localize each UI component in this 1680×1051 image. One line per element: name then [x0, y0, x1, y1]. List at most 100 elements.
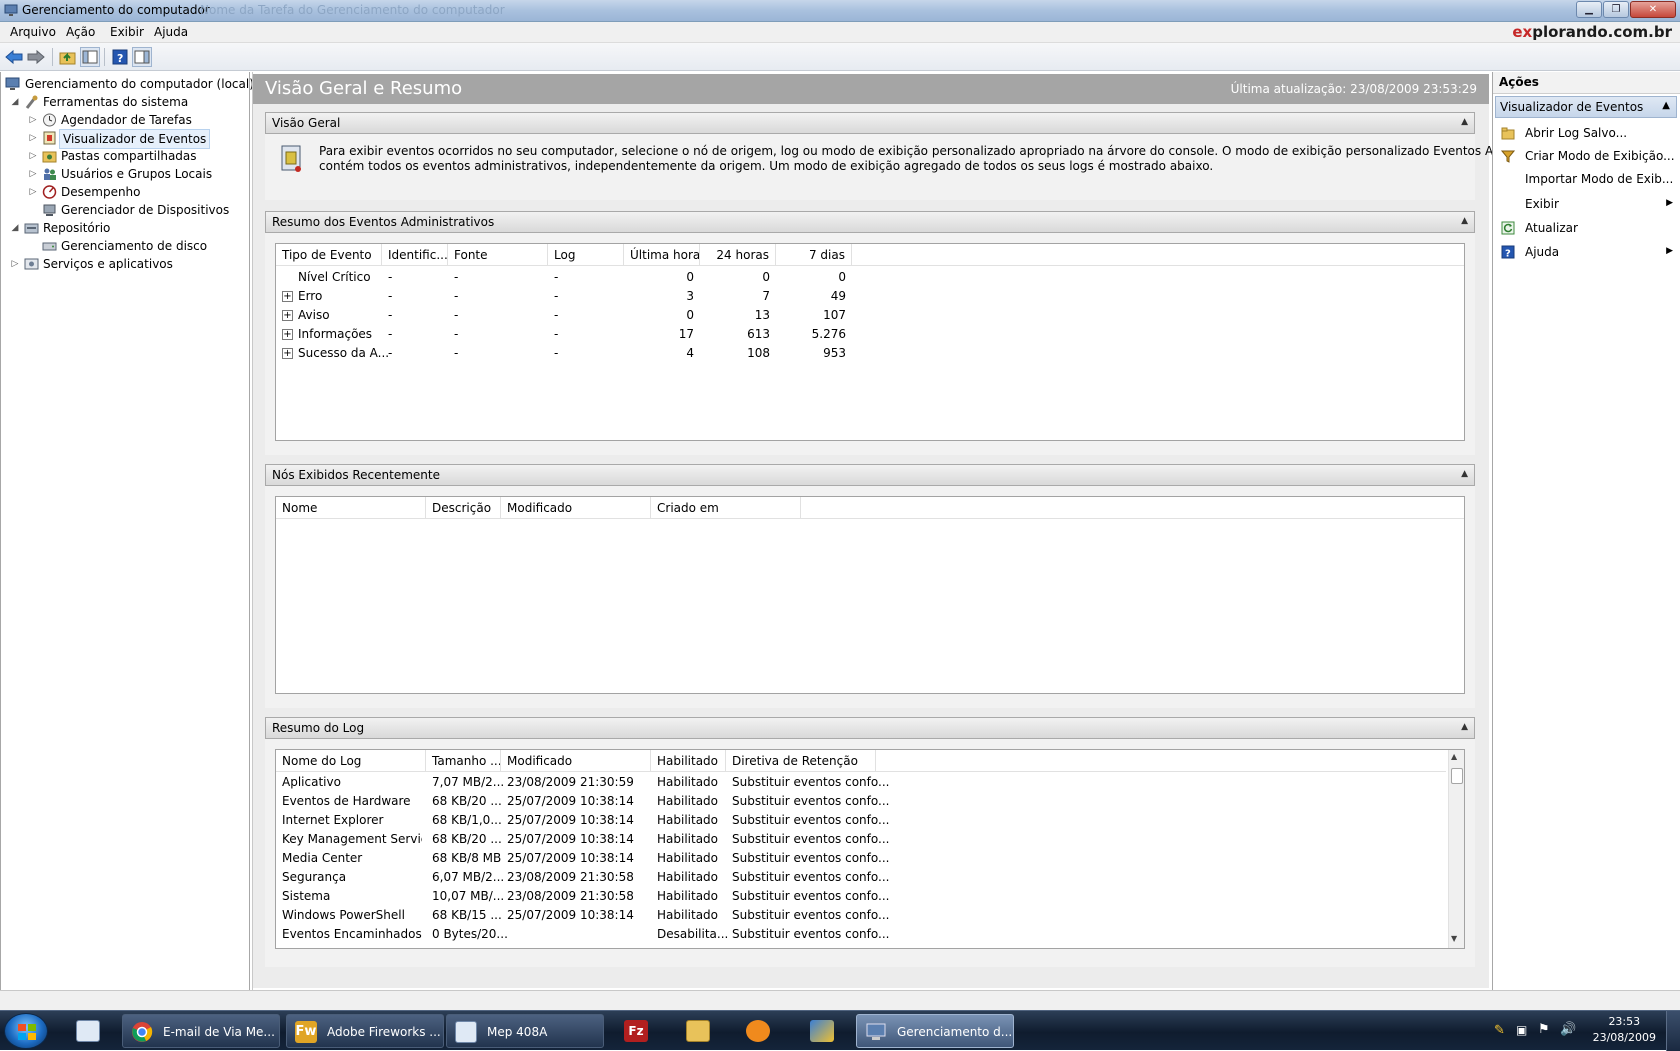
show-desktop-button[interactable]	[1666, 1011, 1680, 1051]
tree-node-task-scheduler[interactable]: ▷ Agendador de Tarefas	[1, 111, 249, 129]
close-button[interactable]: ✕	[1630, 1, 1676, 18]
task-computer-management[interactable]: Gerenciamento d...	[856, 1014, 1014, 1048]
quicklaunch-filezilla[interactable]: Fz	[618, 1015, 654, 1047]
actions-group-event-viewer[interactable]: Visualizador de Eventos ▲	[1495, 96, 1677, 118]
back-arrow-icon[interactable]	[4, 47, 24, 67]
expand-plus-icon[interactable]: +	[282, 291, 293, 302]
column-header[interactable]: 24 horas	[700, 244, 776, 266]
table-row[interactable]: Windows PowerShell 68 KB/15 ... 25/07/20…	[276, 907, 1464, 926]
quicklaunch-notepad[interactable]	[70, 1015, 106, 1047]
column-header[interactable]: 7 dias	[776, 244, 852, 266]
table-row[interactable]: Nível Crítico - - - 0 0 0	[276, 269, 1464, 288]
action-open-saved-log[interactable]: Abrir Log Salvo...	[1495, 122, 1677, 144]
column-header[interactable]: Identific...	[382, 244, 448, 266]
column-header[interactable]: Descrição	[426, 497, 501, 519]
expand-plus-icon[interactable]: +	[282, 310, 293, 321]
column-header[interactable]: Log	[548, 244, 624, 266]
table-row[interactable]: Aplicativo 7,07 MB/2... 23/08/2009 21:30…	[276, 774, 1464, 793]
maximize-button[interactable]: ❐	[1603, 1, 1629, 18]
action-import-view[interactable]: Importar Modo de Exib...	[1495, 168, 1677, 190]
volume-icon[interactable]: 🔊	[1560, 1022, 1576, 1037]
collapse-icon[interactable]: ▲	[1662, 100, 1670, 111]
column-header[interactable]: Nome do Log	[276, 750, 426, 772]
collapse-icon[interactable]: ▲	[1461, 117, 1468, 127]
start-button[interactable]	[4, 1013, 48, 1049]
section-recent-nodes-header[interactable]: Nós Exibidos Recentemente ▲	[265, 464, 1475, 486]
column-header[interactable]: Nome	[276, 497, 426, 519]
table-row[interactable]: Key Management Service 68 KB/20 ... 25/0…	[276, 831, 1464, 850]
scroll-thumb[interactable]	[1451, 768, 1463, 784]
expand-arrow-icon[interactable]: ▷	[28, 147, 38, 165]
section-log-summary-header[interactable]: Resumo do Log ▲	[265, 717, 1475, 739]
tree-node-event-viewer[interactable]: ▷ Visualizador de Eventos	[1, 129, 249, 149]
column-header[interactable]: Modificado	[501, 497, 651, 519]
column-header[interactable]: Tipo de Evento	[276, 244, 382, 266]
expand-plus-icon[interactable]: +	[282, 329, 293, 340]
expand-arrow-icon[interactable]: ▷	[28, 165, 38, 183]
action-center-flag-icon[interactable]: ⚑	[1538, 1022, 1550, 1037]
table-row[interactable]: + Sucesso da A... - - - 4 108 953	[276, 345, 1464, 364]
action-view-submenu[interactable]: Exibir ▶	[1495, 193, 1677, 215]
help-icon[interactable]: ?	[110, 47, 130, 67]
collapse-icon[interactable]: ▲	[1461, 216, 1468, 226]
menu-arquivo[interactable]: Arquivo	[10, 25, 56, 39]
column-header[interactable]: Criado em	[651, 497, 801, 519]
clock[interactable]: 23:53 23/08/2009	[1593, 1014, 1656, 1046]
column-header[interactable]: Última hora	[624, 244, 700, 266]
task-notepad[interactable]: Mep 408A	[446, 1014, 604, 1048]
column-header[interactable]: Fonte	[448, 244, 548, 266]
task-chrome[interactable]: E-mail de Via Me...	[122, 1014, 280, 1048]
tree-node-disk-management[interactable]: Gerenciamento de disco	[1, 237, 249, 255]
table-row[interactable]: Internet Explorer 68 KB/1,0... 25/07/200…	[276, 812, 1464, 831]
expand-arrow-icon[interactable]: ▷	[28, 183, 38, 201]
action-refresh[interactable]: Atualizar	[1495, 217, 1677, 239]
tree-node-shared-folders[interactable]: ▷ Pastas compartilhadas	[1, 147, 249, 165]
menu-ajuda[interactable]: Ajuda	[154, 25, 188, 39]
forward-arrow-icon[interactable]	[26, 47, 46, 67]
minimize-button[interactable]: ▁	[1576, 1, 1602, 18]
collapse-arrow-icon[interactable]: ◢	[10, 219, 20, 237]
tree-node-storage[interactable]: ◢ Repositório	[1, 219, 249, 237]
collapse-icon[interactable]: ▲	[1461, 722, 1468, 732]
tree-node-system-tools[interactable]: ◢ Ferramentas do sistema	[1, 93, 249, 111]
menu-exibir[interactable]: Exibir	[110, 25, 144, 39]
column-header[interactable]: Tamanho ...	[426, 750, 501, 772]
network-icon[interactable]: ▣	[1516, 1023, 1527, 1037]
column-header[interactable]: Habilitado	[651, 750, 726, 772]
expand-arrow-icon[interactable]: ▷	[10, 255, 20, 273]
tree-node-services-apps[interactable]: ▷ Serviços e aplicativos	[1, 255, 249, 273]
table-row[interactable]: + Informações - - - 17 613 5.276	[276, 326, 1464, 345]
log-scrollbar[interactable]: ▲ ▼	[1448, 750, 1464, 948]
table-row[interactable]: + Erro - - - 3 7 49	[276, 288, 1464, 307]
collapse-arrow-icon[interactable]: ◢	[10, 93, 20, 111]
scroll-down-icon[interactable]: ▼	[1451, 934, 1457, 943]
section-admin-summary-header[interactable]: Resumo dos Eventos Administrativos ▲	[265, 211, 1475, 233]
tree-node-local-users[interactable]: ▷ Usuários e Grupos Locais	[1, 165, 249, 183]
expand-arrow-icon[interactable]: ▷	[28, 111, 38, 129]
column-header[interactable]: Diretiva de Retenção	[726, 750, 876, 772]
expand-arrow-icon[interactable]: ▷	[28, 129, 38, 147]
menu-acao[interactable]: Ação	[66, 25, 95, 39]
table-row[interactable]: Eventos Encaminhados 0 Bytes/20... Desab…	[276, 926, 1464, 945]
table-row[interactable]: Sistema 10,07 MB/... 23/08/2009 21:30:58…	[276, 888, 1464, 907]
expand-plus-icon[interactable]: +	[282, 348, 293, 359]
section-overview-header[interactable]: Visão Geral ▲	[265, 112, 1475, 134]
quicklaunch-media-player[interactable]	[740, 1015, 776, 1047]
column-header[interactable]: Modificado	[501, 750, 651, 772]
collapse-icon[interactable]: ▲	[1461, 469, 1468, 479]
table-row[interactable]: Eventos de Hardware 68 KB/20 ... 25/07/2…	[276, 793, 1464, 812]
up-folder-icon[interactable]	[58, 47, 78, 67]
tree-node-root[interactable]: Gerenciamento do computador (local)	[1, 75, 254, 93]
tree-node-performance[interactable]: ▷ Desempenho	[1, 183, 249, 201]
quicklaunch-windows-explorer[interactable]	[804, 1015, 840, 1047]
table-row[interactable]: + Aviso - - - 0 13 107	[276, 307, 1464, 326]
pen-tray-icon[interactable]: ✎	[1494, 1023, 1505, 1038]
task-fireworks[interactable]: Fw Adobe Fireworks ...	[286, 1014, 444, 1048]
action-pane-icon[interactable]	[132, 47, 152, 67]
scroll-up-icon[interactable]: ▲	[1451, 752, 1457, 761]
action-create-view[interactable]: Criar Modo de Exibição...	[1495, 145, 1677, 167]
table-row[interactable]: Media Center 68 KB/8 MB 25/07/2009 10:38…	[276, 850, 1464, 869]
tree-node-device-manager[interactable]: Gerenciador de Dispositivos	[1, 201, 249, 219]
quicklaunch-explorer[interactable]	[680, 1015, 716, 1047]
table-row[interactable]: Segurança 6,07 MB/2... 23/08/2009 21:30:…	[276, 869, 1464, 888]
